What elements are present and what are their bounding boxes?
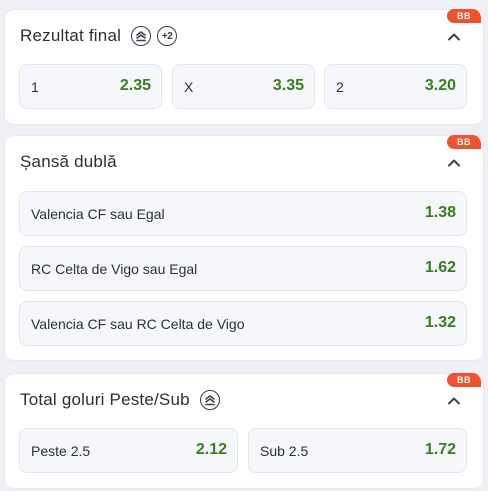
- odds-button-over-2-5[interactable]: Peste 2.5 2.12: [19, 428, 238, 473]
- outcome-label: 1: [31, 79, 39, 95]
- market-card-rezultat-final: BB Rezultat final +2 1 2.35 X 3.35 2 3.2…: [4, 9, 484, 125]
- odds-button-under-2-5[interactable]: Sub 2.5 1.72: [248, 428, 467, 473]
- outcome-label: Sub 2.5: [260, 443, 309, 459]
- outcome-label: 2: [336, 79, 344, 95]
- market-title: Șansă dublă: [20, 152, 117, 172]
- market-title-text: Total goluri Peste/Sub: [20, 390, 190, 409]
- odds-value: 2.35: [119, 77, 151, 94]
- market-title-text: Șansă dublă: [20, 152, 117, 171]
- odds-value: 2.12: [195, 441, 227, 458]
- market-header[interactable]: Rezultat final +2: [5, 10, 483, 62]
- outcome-label: Valencia CF sau Egal: [31, 206, 165, 222]
- chevron-up-icon[interactable]: [447, 30, 461, 44]
- outcome-label: RC Celta de Vigo sau Egal: [31, 261, 198, 277]
- market-title: Total goluri Peste/Sub: [20, 390, 220, 410]
- odds-value: 1.38: [424, 204, 456, 221]
- odds-value: 3.35: [272, 77, 304, 94]
- plus-two-text: +2: [161, 30, 173, 42]
- bet-builder-icon[interactable]: [199, 390, 220, 410]
- bet-builder-icon[interactable]: [131, 26, 152, 46]
- odds-button-valencia-or-celta[interactable]: Valencia CF sau RC Celta de Vigo 1.32: [19, 301, 467, 346]
- odds-value: 1.32: [424, 314, 456, 331]
- odds-value: 1.72: [424, 441, 456, 458]
- odds-button-celta-or-draw[interactable]: RC Celta de Vigo sau Egal 1.62: [19, 246, 467, 291]
- market-card-total-goluri: BB Total goluri Peste/Sub Peste 2.5 2.12…: [4, 373, 484, 489]
- market-card-sansa-dubla: BB Șansă dublă Valencia CF sau Egal 1.38…: [4, 135, 484, 361]
- market-title: Rezultat final +2: [20, 26, 178, 46]
- plus-two-icon[interactable]: +2: [157, 26, 178, 46]
- odds-button-valencia-or-draw[interactable]: Valencia CF sau Egal 1.38: [19, 191, 467, 236]
- outcome-label: Valencia CF sau RC Celta de Vigo: [31, 316, 245, 332]
- odds-value: 1.62: [424, 259, 456, 276]
- market-title-text: Rezultat final: [20, 26, 122, 45]
- outcome-label: Peste 2.5: [31, 443, 91, 459]
- odds-button-1[interactable]: 1 2.35: [19, 64, 162, 109]
- chevron-up-icon[interactable]: [447, 156, 461, 170]
- odds-button-2[interactable]: 2 3.20: [324, 64, 467, 109]
- market-header[interactable]: Șansă dublă: [5, 136, 483, 188]
- odds-value: 3.20: [424, 77, 456, 94]
- outcome-label: X: [184, 79, 194, 95]
- market-header[interactable]: Total goluri Peste/Sub: [5, 374, 483, 426]
- odds-button-x[interactable]: X 3.35: [172, 64, 315, 109]
- chevron-up-icon[interactable]: [447, 394, 461, 408]
